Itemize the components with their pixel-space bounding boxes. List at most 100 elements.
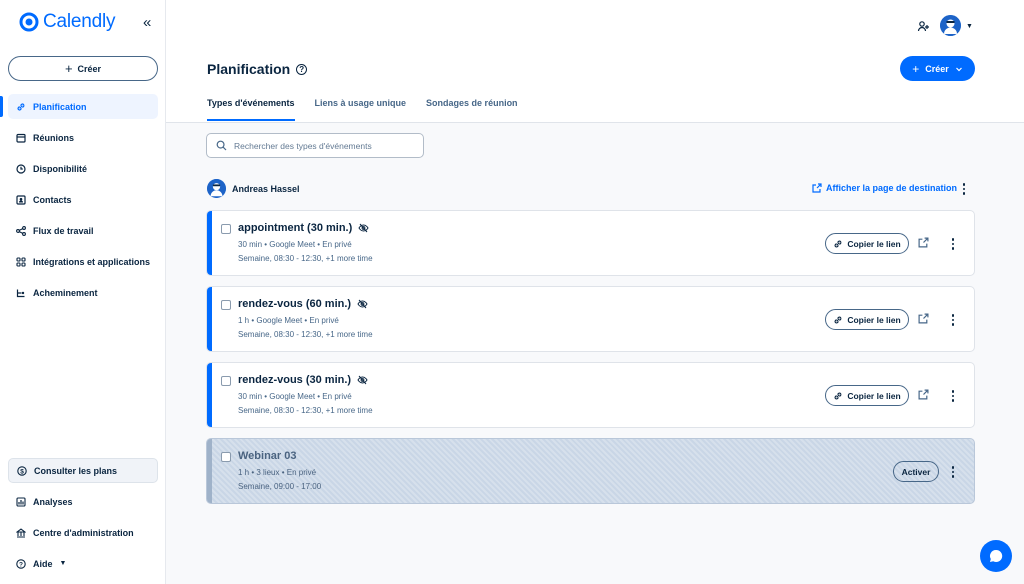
help-icon: ? (16, 558, 26, 569)
page-title-text: Planification (207, 61, 291, 77)
event-schedule: Semaine, 08:30 - 12:30, +1 more time (238, 406, 373, 415)
workflow-icon (16, 225, 26, 236)
calendly-logo[interactable]: Calendly (19, 11, 116, 33)
sidebar-item-label: Intégrations et applications (33, 256, 151, 267)
svg-text:?: ? (19, 561, 23, 568)
routing-icon (16, 288, 26, 298)
invite-user-icon[interactable] (917, 20, 930, 33)
event-meta: 30 min • Google Meet • En privé (238, 392, 352, 401)
user-more-menu-icon[interactable] (959, 182, 969, 196)
sidebar-item-label: Consulter les plans (34, 465, 118, 476)
sidebar-item-integrations[interactable]: Intégrations et applications (8, 249, 158, 274)
user-avatar-small (207, 179, 226, 198)
link-icon (834, 392, 842, 399)
account-menu-caret-icon[interactable]: ▼ (966, 23, 973, 30)
event-type-card[interactable]: rendez-vous (60 min.) 1 h • Google Meet … (206, 286, 975, 352)
card-color-bar (207, 363, 212, 427)
event-title: rendez-vous (30 min.) (238, 374, 368, 386)
sidebar-item-label: Disponibilité (33, 163, 87, 174)
sidebar-item-contacts[interactable]: Contacts (8, 187, 158, 212)
sidebar-item-flux-de-travail[interactable]: Flux de travail (8, 218, 158, 243)
card-color-bar (207, 439, 212, 503)
chat-support-button[interactable] (980, 540, 1012, 572)
external-link-icon (812, 183, 822, 193)
landing-page-link[interactable]: Afficher la page de destination (812, 183, 957, 193)
sidebar-item-acheminement[interactable]: Acheminement (8, 280, 158, 305)
sidebar-item-plans[interactable]: $ Consulter les plans (8, 458, 158, 483)
sidebar-item-aide[interactable]: ? Aide ▼ (8, 551, 158, 576)
contacts-icon (16, 194, 26, 205)
search-input[interactable] (234, 140, 414, 151)
calendly-logo-icon (19, 12, 39, 32)
sidebar: Calendly « + Créer Planification Réunion… (0, 0, 166, 584)
event-schedule: Semaine, 08:30 - 12:30, +1 more time (238, 254, 373, 263)
event-type-card[interactable]: appointment (30 min.) 30 min • Google Me… (206, 210, 975, 276)
sidebar-bottom-nav: $ Consulter les plans Analyses Centre d'… (0, 458, 166, 582)
card-more-menu-icon[interactable] (948, 389, 958, 403)
card-color-bar (207, 211, 212, 275)
sidebar-create-label: Créer (77, 63, 102, 74)
sidebar-item-analyses[interactable]: Analyses (8, 489, 158, 514)
sidebar-item-admin-center[interactable]: Centre d'administration (8, 520, 158, 545)
sidebar-item-label: Analyses (33, 496, 73, 507)
card-checkbox[interactable] (221, 376, 231, 386)
card-color-bar (207, 287, 212, 351)
header-divider (166, 122, 1024, 123)
card-more-menu-icon[interactable] (948, 465, 958, 479)
sidebar-create-button[interactable]: + Créer (8, 56, 158, 81)
copy-link-button[interactable]: Copier le lien (825, 309, 909, 330)
card-checkbox[interactable] (221, 452, 231, 462)
chevron-down-icon (955, 67, 962, 71)
search-icon (216, 140, 227, 151)
copy-link-button[interactable]: Copier le lien (825, 385, 909, 406)
eye-slash-icon (357, 299, 368, 309)
card-more-menu-icon[interactable] (948, 313, 958, 327)
dollar-icon: $ (17, 465, 27, 476)
create-button[interactable]: + Créer (900, 56, 975, 81)
admin-icon (16, 527, 26, 538)
tab-single-use-links[interactable]: Liens à usage unique (315, 98, 407, 121)
event-title-text: rendez-vous (30 min.) (238, 374, 352, 386)
copy-link-button[interactable]: Copier le lien (825, 233, 909, 254)
event-meta: 1 h • 3 lieux • En privé (238, 468, 317, 477)
link-icon (834, 240, 842, 247)
external-link-icon[interactable] (918, 389, 929, 400)
event-type-card-disabled[interactable]: Webinar 03 1 h • 3 lieux • En privé Sema… (206, 438, 975, 504)
event-title-text: appointment (30 min.) (238, 222, 353, 234)
event-schedule: Semaine, 08:30 - 12:30, +1 more time (238, 330, 373, 339)
event-meta: 30 min • Google Meet • En privé (238, 240, 352, 249)
eye-slash-icon (358, 223, 369, 233)
tab-event-types[interactable]: Types d'événements (207, 98, 295, 121)
page-title: Planification ? (207, 61, 308, 77)
user-avatar[interactable] (940, 15, 961, 36)
sidebar-item-reunions[interactable]: Réunions (8, 125, 158, 150)
user-name: Andreas Hassel (232, 183, 300, 194)
external-link-icon[interactable] (918, 237, 929, 248)
event-title: rendez-vous (60 min.) (238, 298, 368, 310)
analytics-icon (16, 496, 26, 507)
event-title: appointment (30 min.) (238, 222, 369, 234)
sidebar-item-label: Flux de travail (33, 225, 94, 236)
link-icon (834, 316, 842, 323)
calendar-icon (16, 133, 26, 143)
svg-text:$: $ (20, 468, 24, 475)
collapse-sidebar-button[interactable]: « (143, 14, 151, 31)
event-title: Webinar 03 (238, 450, 297, 462)
sidebar-item-label: Centre d'administration (33, 527, 134, 538)
plus-icon: + (912, 61, 920, 76)
sidebar-item-planification[interactable]: Planification (0, 94, 158, 119)
sidebar-item-label: Réunions (33, 132, 75, 143)
copy-link-label: Copier le lien (847, 314, 901, 325)
card-more-menu-icon[interactable] (948, 237, 958, 251)
sidebar-item-disponibilite[interactable]: Disponibilité (8, 156, 158, 181)
external-link-icon[interactable] (918, 313, 929, 324)
tab-meeting-polls[interactable]: Sondages de réunion (426, 98, 518, 121)
activate-button[interactable]: Activer (893, 461, 939, 482)
card-checkbox[interactable] (221, 224, 231, 234)
sidebar-item-label: Aide (33, 558, 53, 569)
help-circle-icon[interactable]: ? (296, 63, 308, 75)
event-type-card[interactable]: rendez-vous (30 min.) 30 min • Google Me… (206, 362, 975, 428)
caret-down-icon: ▼ (59, 560, 67, 567)
card-checkbox[interactable] (221, 300, 231, 310)
user-row: Andreas Hassel (207, 179, 300, 198)
